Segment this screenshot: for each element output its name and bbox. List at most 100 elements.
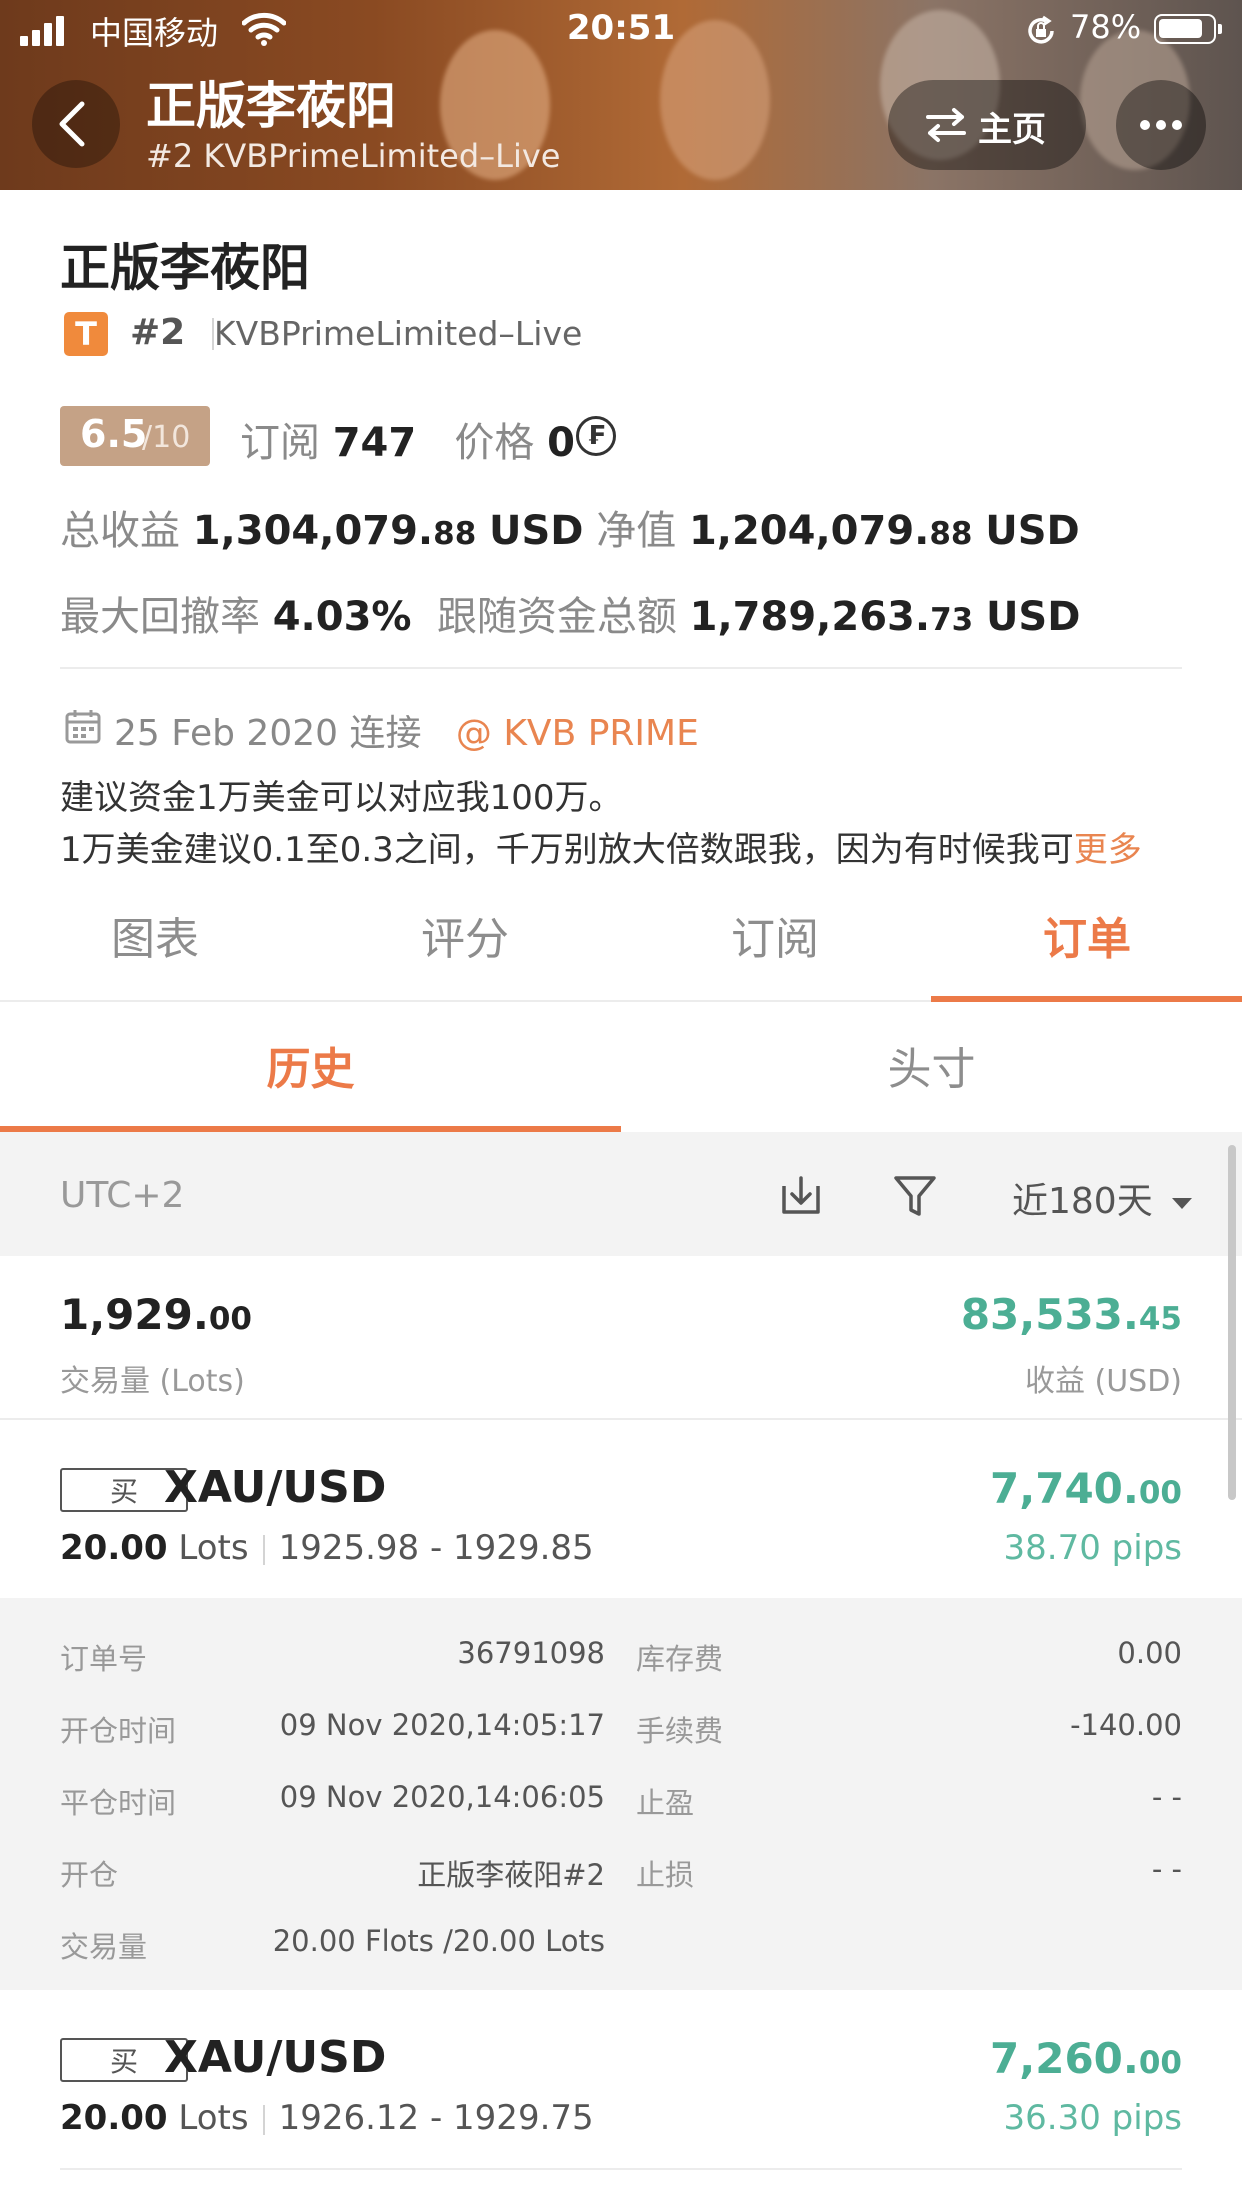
calendar-icon [65,710,101,744]
filter-icon[interactable] [892,1172,938,1220]
follow-fund-cents: 73 [930,602,974,638]
summary-volume-cents: 00 [208,1301,252,1337]
order-profit-value: 7,740. [990,1464,1139,1513]
battery-icon [1154,14,1222,44]
coin-icon: ₣ [576,416,616,456]
orientation-lock-icon [1028,15,1054,44]
detail-value: 09 Nov 2020,14:06:05 [279,1780,605,1814]
order-lots-unit: Lots [178,2098,249,2138]
detail-label: 订单号 [60,1642,148,1676]
order-lots-line: 20.00 Lots 1925.98 - 1929.85 [60,1528,594,1568]
broker-link[interactable]: KVB PRIME [503,713,699,754]
rating-max: /10 [142,420,191,455]
total-profit-unit: USD [489,508,584,554]
subtab-positions[interactable]: 头寸 [621,1008,1242,1132]
net-value: 1,204,079. [688,508,930,554]
connected-info: 25 Feb 2020 连接 @ KVB PRIME [114,704,699,756]
download-icon[interactable] [778,1172,824,1218]
more-link[interactable]: 更多 [1074,830,1142,870]
net-value-label: 净值 [596,508,677,554]
home-button-label: 主页 [978,110,1046,150]
account-name: KVBPrimeLimited–Live [214,314,583,353]
order-lots: 20.00 [60,2098,168,2138]
total-profit-value: 1,304,079. [192,508,434,554]
tab-subscribe[interactable]: 订阅 [620,880,930,1000]
detail-value: 正版李莜阳#2 [417,1858,605,1892]
date-range-value: 近180天 [1012,1181,1153,1222]
net-value-unit: USD [985,508,1080,554]
order-profit-cents: 00 [1138,2045,1182,2081]
detail-value: - - [1151,1852,1182,1886]
caret-down-icon [1172,1198,1193,1209]
detail-value: 20.00 Flots /20.00 Lots [272,1924,605,1958]
detail-label: 交易量 [60,1930,148,1964]
net-value-cents: 88 [929,516,973,552]
detail-value: 36791098 [457,1636,605,1670]
max-drawdown-label: 最大回撤率 [60,594,260,640]
order-pips: 36.30 pips [1003,2098,1182,2138]
chevron-left-icon [59,101,85,147]
detail-label: 止损 [636,1858,695,1892]
summary-profit-label: 收益 (USD) [1024,1364,1182,1399]
price-label: 价格 [454,420,535,466]
rating-value: 6.5 [80,412,148,456]
divider [60,2168,1182,2170]
summary-volume-value: 1,929. [60,1290,209,1339]
profile-name: 正版李莜阳 [60,239,310,297]
summary-volume-label: 交易量 (Lots) [60,1364,245,1399]
back-button[interactable] [32,80,120,168]
subscribe-label: 订阅 [240,420,320,466]
more-dots-icon [1140,120,1182,130]
order-price-range: 1925.98 - 1929.85 [278,1528,594,1568]
subscribe-count: 747 [332,420,417,466]
detail-value: 0.00 [1117,1636,1182,1670]
summary-profit: 83,533.45 [700,1290,1182,1339]
summary-volume: 1,929.00 [60,1290,252,1339]
tab-orders[interactable]: 订单 [932,880,1242,1000]
order-symbol: XAU/USD [164,1462,387,1513]
tab-chart[interactable]: 图表 [0,880,310,1000]
divider [60,667,1182,669]
total-profit-label: 总收益 [60,508,180,554]
detail-label: 止盈 [636,1786,695,1820]
tab-rating[interactable]: 评分 [310,880,620,1000]
order-profit: 7,740.00 [700,1464,1182,1513]
scrollbar[interactable] [1228,1145,1236,1500]
order-symbol: XAU/USD [164,2032,387,2083]
date-range-select[interactable]: 近180天 [1012,1172,1194,1224]
home-button[interactable]: 主页 [888,80,1086,170]
account-number: #2 [130,312,186,353]
connected-label: 连接 [349,713,422,754]
detail-label: 平仓时间 [60,1786,177,1820]
order-profit: 7,260.00 [700,2034,1182,2083]
detail-value: - - [1151,1780,1182,1814]
detail-label: 开仓时间 [60,1714,177,1748]
order-lots-line: 20.00 Lots 1926.12 - 1929.75 [60,2098,594,2138]
detail-label: 手续费 [636,1714,724,1748]
drawdown-stat-row: 最大回撤率 4.03% 跟随资金总额 1,789,263.73 USD [60,584,1080,642]
max-drawdown-value: 4.03% [272,594,412,640]
order-pips: 38.70 pips [1003,1528,1182,1568]
follow-fund-label: 跟随资金总额 [436,594,677,640]
header-subtitle: #2 KVBPrimeLimited–Live [146,137,561,175]
detail-value: -140.00 [1070,1708,1182,1742]
more-button[interactable] [1116,80,1206,170]
detail-value: 09 Nov 2020,14:05:17 [279,1708,605,1742]
rating-badge: 6.5 /10 [60,406,210,466]
order-price-range: 1926.12 - 1929.75 [278,2098,594,2138]
price-value: 0 [547,420,575,466]
order-lots: 20.00 [60,1528,168,1568]
header-title: 正版李莜阳 [146,77,396,135]
subscribe-stat: 订阅 747 价格 0 [240,410,575,468]
detail-label: 库存费 [636,1642,724,1676]
profit-stat-row: 总收益 1,304,079.88 USD 净值 1,204,079.88 USD [60,498,1080,556]
follow-fund-value: 1,789,263. [689,594,931,640]
broker-at-icon: @ [455,713,492,754]
summary-profit-cents: 45 [1138,1301,1182,1337]
order-profit-value: 7,260. [990,2034,1139,2083]
trader-type-badge: T [64,312,108,356]
description-line: 建议资金1万美金可以对应我100万。 [60,778,623,818]
subtab-history[interactable]: 历史 [0,1008,621,1132]
order-lots-unit: Lots [178,1528,249,1568]
description-text: 1万美金建议0.1至0.3之间，千万别放大倍数跟我，因为有时候我可 [60,830,1074,870]
